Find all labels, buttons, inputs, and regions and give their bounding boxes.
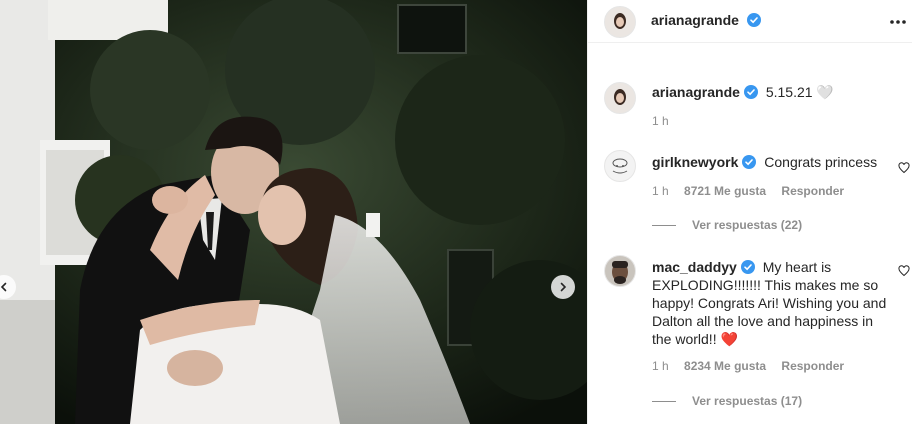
comment-likes[interactable]: 8721 Me gusta bbox=[684, 184, 766, 198]
caption-username[interactable]: arianagrande bbox=[652, 84, 740, 100]
avatar-image bbox=[605, 256, 635, 286]
comment-meta: 1 h 8721 Me gusta Responder bbox=[652, 184, 856, 198]
post-caption: arianagrande 5.15.21 🤍 1 h bbox=[604, 82, 904, 132]
avatar-image bbox=[605, 7, 635, 37]
commenter-avatar[interactable] bbox=[604, 150, 636, 182]
view-replies-button[interactable]: Ver respuestas (22) bbox=[652, 218, 802, 232]
header-username[interactable]: arianagrande bbox=[651, 12, 739, 28]
next-photo-button[interactable] bbox=[551, 275, 575, 299]
verified-badge-icon bbox=[742, 155, 757, 169]
commenter-avatar[interactable] bbox=[604, 255, 636, 287]
chevron-right-icon bbox=[560, 282, 567, 292]
avatar-image bbox=[605, 151, 635, 181]
like-heart-icon[interactable] bbox=[898, 265, 910, 277]
replies-divider bbox=[652, 400, 676, 402]
comment-item: mac_daddyy My heart is EXPLODING!!!!!!! … bbox=[604, 255, 910, 415]
post-header: arianagrande bbox=[588, 0, 912, 43]
comment-text: Congrats princess bbox=[764, 154, 878, 170]
caption-time[interactable]: 1 h bbox=[652, 114, 669, 128]
comment-item: girlknewyork Congrats princess 1 h 8721 … bbox=[604, 150, 910, 240]
comment-text-row: mac_daddyy My heart is EXPLODING!!!!!!! … bbox=[652, 258, 892, 348]
comment-time[interactable]: 1 h bbox=[652, 359, 669, 373]
view-replies-label: Ver respuestas (17) bbox=[692, 394, 803, 408]
author-avatar[interactable] bbox=[604, 6, 636, 38]
reply-button[interactable]: Responder bbox=[781, 184, 844, 198]
wedding-photo-image bbox=[0, 0, 587, 424]
caption-avatar[interactable] bbox=[604, 82, 636, 114]
verified-badge-icon bbox=[743, 85, 758, 99]
reply-button[interactable]: Responder bbox=[781, 359, 844, 373]
comment-username[interactable]: girlknewyork bbox=[652, 154, 738, 170]
comment-time[interactable]: 1 h bbox=[652, 184, 669, 198]
chevron-left-icon bbox=[0, 282, 7, 292]
post-photo[interactable] bbox=[0, 0, 587, 424]
view-replies-button[interactable]: Ver respuestas (17) bbox=[652, 394, 802, 408]
post-side-panel: arianagrande arianagrande 5.15.21 🤍 1 h … bbox=[587, 0, 912, 424]
view-replies-label: Ver respuestas (22) bbox=[692, 218, 803, 232]
caption-text: 5.15.21 🤍 bbox=[765, 84, 834, 100]
more-horizontal-icon[interactable] bbox=[888, 12, 908, 32]
verified-badge-icon bbox=[740, 260, 755, 274]
caption-meta: 1 h bbox=[652, 114, 681, 128]
caption-text-row: arianagrande 5.15.21 🤍 bbox=[652, 83, 892, 101]
avatar-image bbox=[605, 83, 635, 113]
verified-badge-icon bbox=[747, 13, 762, 27]
comment-username[interactable]: mac_daddyy bbox=[652, 259, 737, 275]
comment-likes[interactable]: 8234 Me gusta bbox=[684, 359, 766, 373]
replies-divider bbox=[652, 224, 676, 226]
like-heart-icon[interactable] bbox=[898, 162, 910, 174]
header-username-row: arianagrande bbox=[651, 12, 762, 30]
comment-meta: 1 h 8234 Me gusta Responder bbox=[652, 359, 856, 373]
comment-text-row: girlknewyork Congrats princess bbox=[652, 153, 892, 171]
